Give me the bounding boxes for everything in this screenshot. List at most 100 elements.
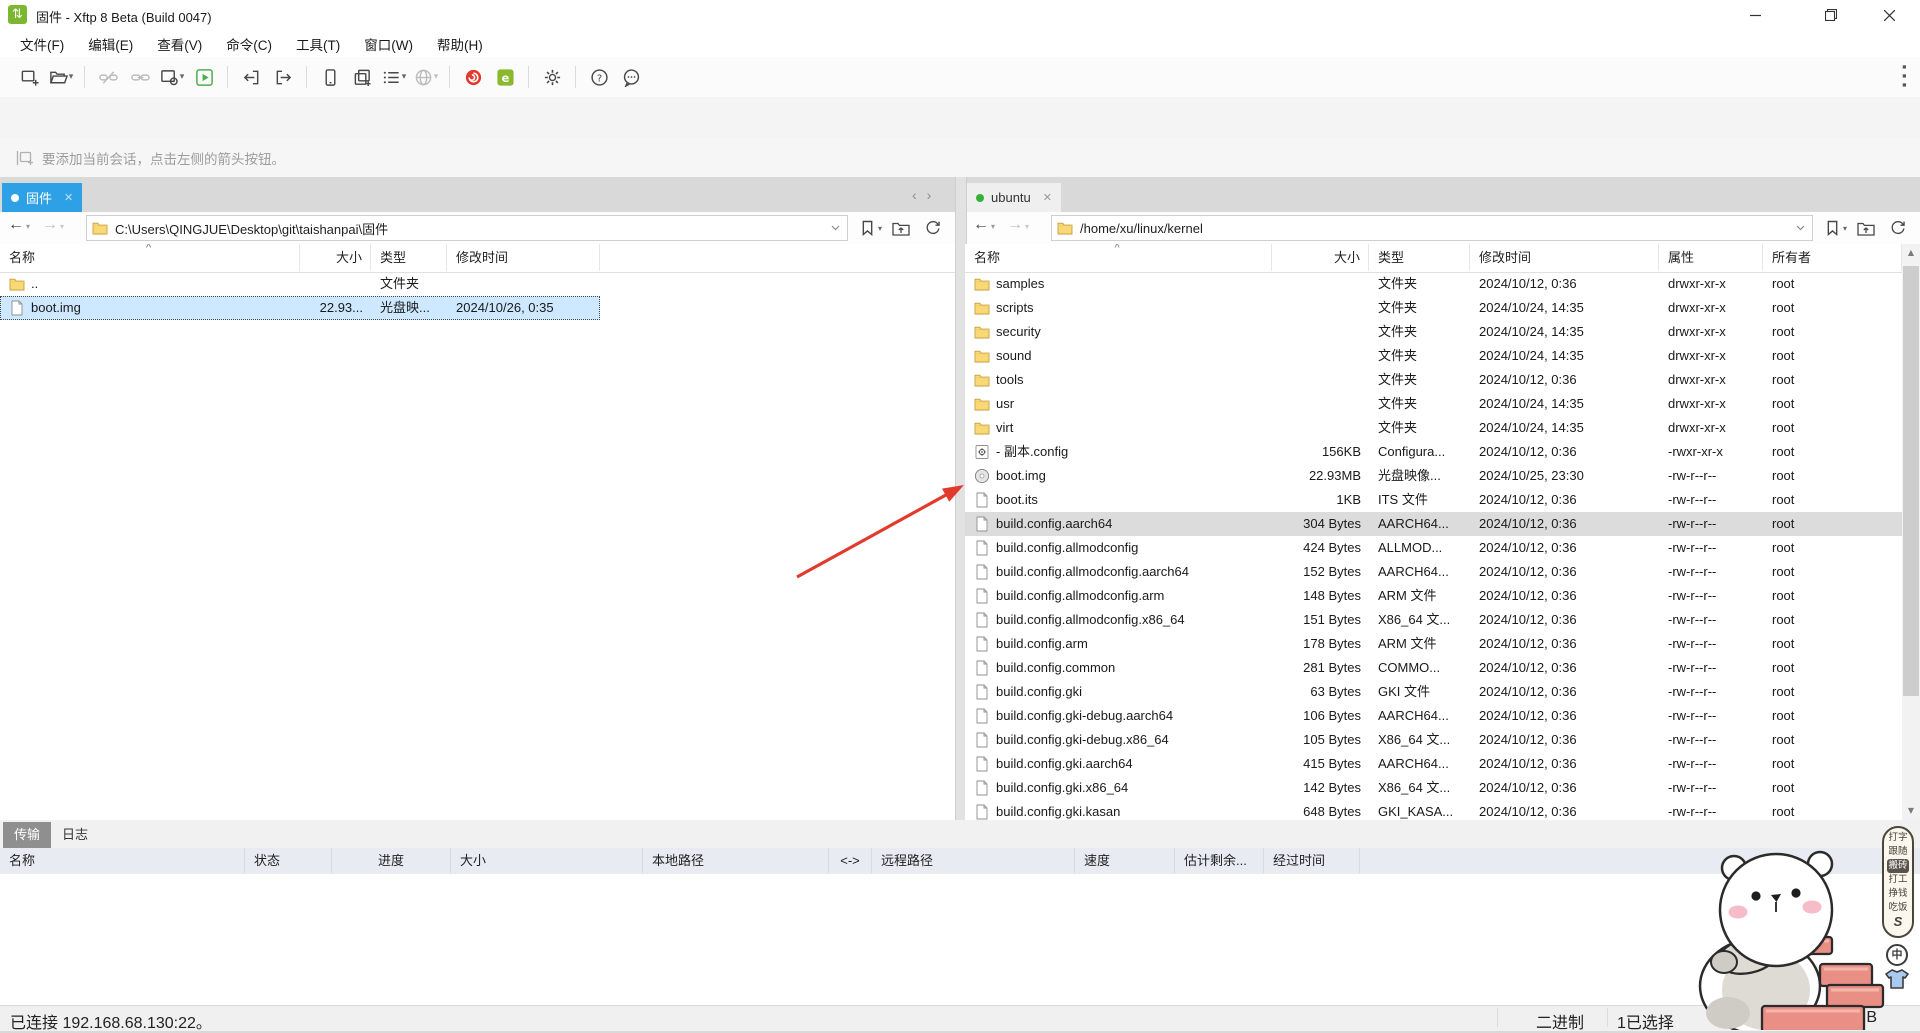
transfer-column-header[interactable]: 进度	[332, 848, 451, 873]
menu-item[interactable]: 文件(F)	[10, 30, 74, 58]
transfer-tab-log[interactable]: 日志	[51, 822, 99, 848]
view-button[interactable]: ▾	[379, 63, 409, 91]
forward-dropdown-icon[interactable]: ▾	[60, 222, 64, 231]
refresh-icon[interactable]	[922, 218, 944, 238]
transfer-column-header[interactable]: 速度	[1075, 848, 1175, 873]
menu-item[interactable]: 帮助(H)	[427, 30, 493, 58]
device-button[interactable]	[315, 63, 345, 91]
file-row[interactable]: boot.img22.93MB光盘映像...2024/10/25, 23:30-…	[965, 464, 1902, 488]
help-button[interactable]: ?	[584, 63, 614, 91]
dropdown-caret-icon[interactable]: ▾	[402, 72, 407, 82]
web-button[interactable]: ▾	[411, 63, 441, 91]
minimize-button[interactable]	[1732, 0, 1778, 30]
file-row[interactable]: security文件夹2024/10/24, 14:35drwxr-xr-xro…	[965, 320, 1902, 344]
path-input[interactable]: /home/xu/linux/kernel	[1051, 215, 1813, 241]
transfer-to-remote-button[interactable]	[268, 63, 298, 91]
file-row[interactable]: build.config.allmodconfig.arm148 BytesAR…	[965, 584, 1902, 608]
file-row[interactable]: build.config.allmodconfig.aarch64152 Byt…	[965, 560, 1902, 584]
back-icon[interactable]: ←	[8, 216, 24, 234]
path-dropdown-icon[interactable]	[831, 225, 839, 233]
file-row[interactable]: scripts文件夹2024/10/24, 14:35drwxr-xr-xroo…	[965, 296, 1902, 320]
file-row[interactable]: boot.img22.93...光盘映...2024/10/26, 0:35	[0, 296, 600, 320]
file-row[interactable]: build.config.allmodconfig424 BytesALLMOD…	[965, 536, 1902, 560]
tab-close-icon[interactable]: ✕	[1043, 191, 1052, 204]
feedback-button[interactable]	[616, 63, 646, 91]
folder-up-icon[interactable]	[1855, 218, 1877, 238]
file-row[interactable]: build.config.gki.x86_64142 BytesX86_64 文…	[965, 776, 1902, 800]
menu-item[interactable]: 命令(C)	[216, 30, 282, 58]
file-row[interactable]: build.config.aarch64304 BytesAARCH64...2…	[965, 512, 1902, 536]
file-row[interactable]: build.config.common281 BytesCOMMO...2024…	[965, 656, 1902, 680]
new-session-button[interactable]	[14, 63, 44, 91]
file-row[interactable]: tools文件夹2024/10/12, 0:36drwxr-xr-xroot	[965, 368, 1902, 392]
bookmark-icon[interactable]	[1821, 218, 1843, 238]
forward-icon[interactable]: →	[42, 216, 58, 234]
tab-scroll-arrows[interactable]: ‹›	[912, 187, 941, 203]
file-row[interactable]: samples文件夹2024/10/12, 0:36drwxr-xr-xroot	[965, 272, 1902, 296]
open-session-button[interactable]: ▾	[46, 63, 76, 91]
column-header-size[interactable]: 大小	[1272, 244, 1369, 271]
menu-item[interactable]: 工具(T)	[286, 30, 350, 58]
more-vertical-icon[interactable]: ▪▪▪	[1902, 62, 1907, 89]
column-header-size[interactable]: 大小	[300, 244, 371, 271]
transfer-column-header[interactable]: 经过时间	[1264, 848, 1360, 873]
transfer-to-local-button[interactable]	[236, 63, 266, 91]
session-properties-button[interactable]: ▾	[157, 63, 187, 91]
transfer-column-header[interactable]: 本地路径	[643, 848, 829, 873]
bookmark-dropdown-icon[interactable]: ▾	[1843, 224, 1847, 233]
vertical-scrollbar[interactable]: ▲ ▼	[1902, 244, 1920, 820]
file-row[interactable]: build.config.arm178 BytesARM 文件2024/10/1…	[965, 632, 1902, 656]
column-header-type[interactable]: 类型	[371, 244, 447, 271]
disconnect-button[interactable]	[93, 63, 123, 91]
file-row[interactable]: - 副本.config156KBConfigura...2024/10/12, …	[965, 440, 1902, 464]
bookmark-dropdown-icon[interactable]: ▾	[878, 224, 882, 233]
file-row[interactable]: sound文件夹2024/10/24, 14:35drwxr-xr-xroot	[965, 344, 1902, 368]
menu-item[interactable]: 编辑(E)	[78, 30, 143, 58]
dropdown-caret-icon[interactable]: ▾	[69, 72, 74, 82]
tab-firmware[interactable]: 固件 ✕	[2, 183, 82, 212]
menu-item[interactable]: 查看(V)	[147, 30, 212, 58]
scroll-up-icon[interactable]: ▲	[1902, 244, 1920, 262]
scrollbar-thumb[interactable]	[1903, 266, 1919, 696]
file-row[interactable]: boot.its1KBITS 文件2024/10/12, 0:36-rw-r--…	[965, 488, 1902, 512]
file-row[interactable]: build.config.gki.aarch64415 BytesAARCH64…	[965, 752, 1902, 776]
transfer-column-header[interactable]: 估计剩余...	[1175, 848, 1264, 873]
xftp-button[interactable]: e	[490, 63, 520, 91]
file-row[interactable]: build.config.gki-debug.aarch64106 BytesA…	[965, 704, 1902, 728]
path-dropdown-icon[interactable]	[1796, 225, 1804, 233]
scroll-down-icon[interactable]: ▼	[1902, 802, 1920, 820]
transfer-column-header[interactable]: 大小	[451, 848, 643, 873]
tab-close-icon[interactable]: ✕	[64, 191, 73, 204]
file-row[interactable]: build.config.gki.kasan648 BytesGKI_KASA.…	[965, 800, 1902, 820]
forward-icon[interactable]: →	[1007, 216, 1023, 234]
column-header-date[interactable]: 修改时间	[447, 244, 600, 271]
tab-ubuntu[interactable]: ubuntu ✕	[967, 183, 1061, 212]
file-row[interactable]: build.config.gki63 BytesGKI 文件2024/10/12…	[965, 680, 1902, 704]
xshell-button[interactable]	[458, 63, 488, 91]
path-input[interactable]: C:\Users\QINGJUE\Desktop\git\taishanpai\…	[86, 215, 848, 241]
folder-up-icon[interactable]	[890, 218, 912, 238]
transfer-column-header[interactable]: 状态	[245, 848, 332, 873]
transfer-column-header[interactable]: <->	[829, 848, 872, 873]
run-button[interactable]	[189, 63, 219, 91]
column-header-perm[interactable]: 属性	[1659, 244, 1763, 271]
file-row[interactable]: build.config.gki-debug.x86_64105 BytesX8…	[965, 728, 1902, 752]
bookmark-icon[interactable]	[856, 218, 878, 238]
close-button[interactable]	[1866, 0, 1912, 30]
dropdown-caret-icon[interactable]: ▾	[180, 72, 185, 82]
transfer-tab-transfer[interactable]: 传输	[3, 822, 51, 848]
file-row[interactable]: virt文件夹2024/10/24, 14:35drwxr-xr-xroot	[965, 416, 1902, 440]
forward-dropdown-icon[interactable]: ▾	[1025, 222, 1029, 231]
transfer-column-header[interactable]: 名称	[0, 848, 245, 873]
back-dropdown-icon[interactable]: ▾	[991, 222, 995, 231]
back-icon[interactable]: ←	[973, 216, 989, 234]
dropdown-caret-icon[interactable]: ▾	[434, 72, 439, 82]
refresh-icon[interactable]	[1887, 218, 1909, 238]
file-row[interactable]: usr文件夹2024/10/24, 14:35drwxr-xr-xroot	[965, 392, 1902, 416]
reconnect-button[interactable]	[125, 63, 155, 91]
maximize-button[interactable]	[1808, 0, 1854, 30]
column-header-type[interactable]: 类型	[1369, 244, 1470, 271]
clone-session-button[interactable]	[347, 63, 377, 91]
settings-button[interactable]	[537, 63, 567, 91]
column-header-date[interactable]: 修改时间	[1470, 244, 1659, 271]
